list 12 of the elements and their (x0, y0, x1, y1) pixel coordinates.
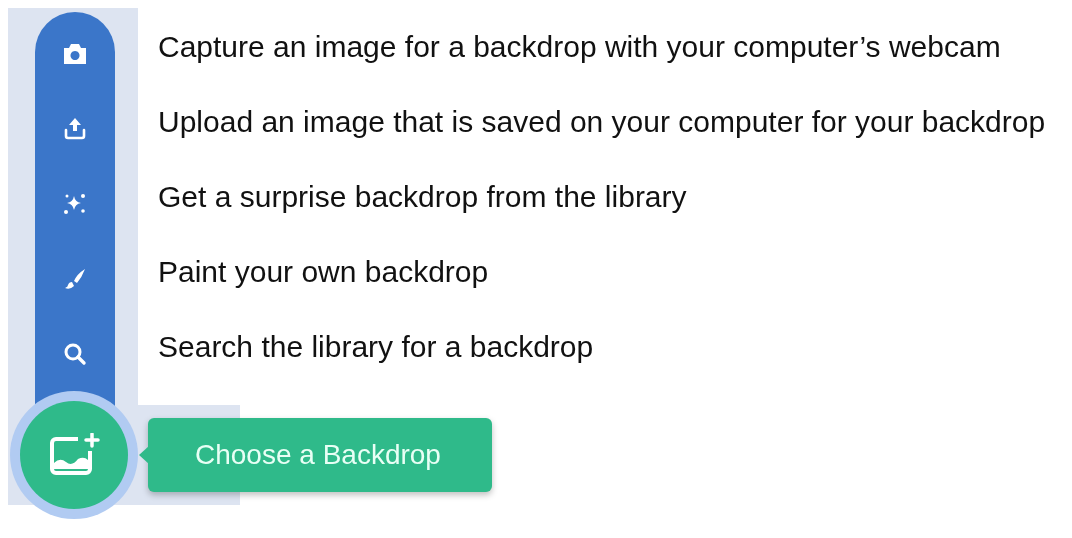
image-add-icon (48, 433, 100, 477)
sparkle-icon[interactable] (63, 192, 87, 216)
search-icon[interactable] (63, 342, 87, 366)
description-text: Upload an image that is saved on your computer for your backdrop (158, 105, 1046, 138)
description-text: Paint your own backdrop (158, 255, 489, 288)
description-text: Search the library for a backdrop (158, 330, 594, 363)
camera-icon[interactable] (62, 42, 88, 66)
upload-icon[interactable] (63, 117, 87, 141)
description-text: Get a surprise backdrop from the library (158, 180, 687, 213)
description-text: Capture an image for a backdrop with your computer’s webcam (158, 30, 1001, 63)
tooltip-text: Choose a Backdrop (195, 439, 441, 471)
paintbrush-icon[interactable] (63, 267, 87, 291)
